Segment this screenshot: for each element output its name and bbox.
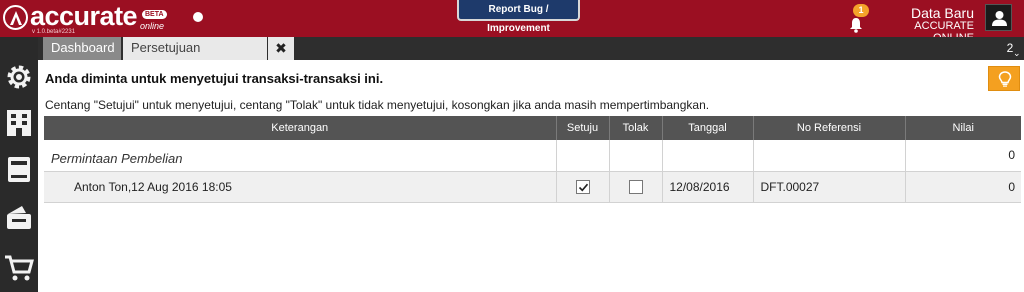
column-header-tolak[interactable]: Tolak xyxy=(609,116,663,140)
page-title: Anda diminta untuk menyetujui transaksi-… xyxy=(45,71,384,86)
top-bar: accurate BETA online v 1.0.beta#2231 Rep… xyxy=(0,0,1024,44)
open-tabs-count[interactable]: 2 ⌄ xyxy=(996,37,1024,60)
row-approve-cell xyxy=(556,171,610,203)
notification-button[interactable]: 1 xyxy=(848,4,869,34)
group-cell-empty xyxy=(662,140,754,172)
column-header-tanggal[interactable]: Tanggal xyxy=(662,116,754,140)
row-date: 12/08/2016 xyxy=(662,171,754,203)
group-label: Permintaan Pembelian xyxy=(44,140,557,172)
user-icon xyxy=(992,11,1007,26)
bell-icon xyxy=(850,18,862,33)
status-dot-icon xyxy=(193,12,203,22)
table-row[interactable]: Anton Ton,12 Aug 2016 18:05 12/08/2016 D… xyxy=(44,171,1021,203)
group-row: Permintaan Pembelian 0 xyxy=(44,140,1021,172)
wallet-icon xyxy=(7,206,31,229)
row-reject-cell xyxy=(609,171,663,203)
sidebar-item-purchase[interactable] xyxy=(0,248,38,288)
group-cell-empty xyxy=(753,140,906,172)
sidebar xyxy=(0,37,38,292)
row-reference: DFT.00027 xyxy=(753,171,906,203)
accurate-logo-icon xyxy=(3,5,28,30)
column-header-setuju[interactable]: Setuju xyxy=(556,116,610,140)
sidebar-item-ledger[interactable] xyxy=(0,149,38,189)
notification-badge: 1 xyxy=(853,4,869,17)
group-cell-empty xyxy=(609,140,663,172)
group-value: 0 xyxy=(905,140,1021,172)
sidebar-item-company[interactable] xyxy=(0,103,38,143)
tip-button[interactable] xyxy=(988,66,1020,91)
group-cell-empty xyxy=(556,140,610,172)
checkmark-icon xyxy=(578,183,588,192)
tab-approval[interactable]: Persetujuan (Approval) xyxy=(123,37,267,77)
report-bug-button[interactable]: Report Bug / Improvement xyxy=(457,0,580,34)
avatar[interactable] xyxy=(985,4,1012,31)
online-label: online xyxy=(140,21,165,31)
sidebar-item-cash-bank[interactable] xyxy=(0,197,38,237)
user-name: Data Baru xyxy=(910,5,974,21)
tab-bar: Dashboard Persetujuan (Approval) ✖ 2⌄ xyxy=(0,37,1024,77)
approval-table: Keterangan Setuju Tolak Tanggal No Refer… xyxy=(44,116,1021,203)
logo-text: accurate xyxy=(30,1,138,31)
lightbulb-icon xyxy=(998,71,1012,87)
instruction-text: Centang "Setujui" untuk menyetujui, cent… xyxy=(45,98,710,112)
row-value: 0 xyxy=(905,171,1021,203)
table-header-row: Keterangan Setuju Tolak Tanggal No Refer… xyxy=(44,116,1021,140)
version-label: v 1.0.beta#2231 xyxy=(32,29,76,35)
reject-checkbox[interactable] xyxy=(628,179,643,194)
tab-dashboard[interactable]: Dashboard xyxy=(43,37,121,60)
column-header-no-referensi[interactable]: No Referensi xyxy=(753,116,906,140)
close-tab-button[interactable]: ✖ xyxy=(268,37,294,60)
row-description: Anton Ton,12 Aug 2016 18:05 xyxy=(44,171,557,203)
cart-icon xyxy=(5,255,34,281)
column-header-nilai[interactable]: Nilai xyxy=(905,116,1021,140)
gear-icon xyxy=(7,65,31,89)
sidebar-item-settings[interactable] xyxy=(0,57,38,97)
ledger-icon xyxy=(8,157,30,182)
main-content: Anda diminta untuk menyetujui transaksi-… xyxy=(38,60,1024,292)
approve-checkbox[interactable] xyxy=(575,179,590,194)
beta-badge: BETA xyxy=(142,10,167,19)
column-header-keterangan[interactable]: Keterangan xyxy=(44,116,557,140)
building-icon xyxy=(7,110,31,136)
